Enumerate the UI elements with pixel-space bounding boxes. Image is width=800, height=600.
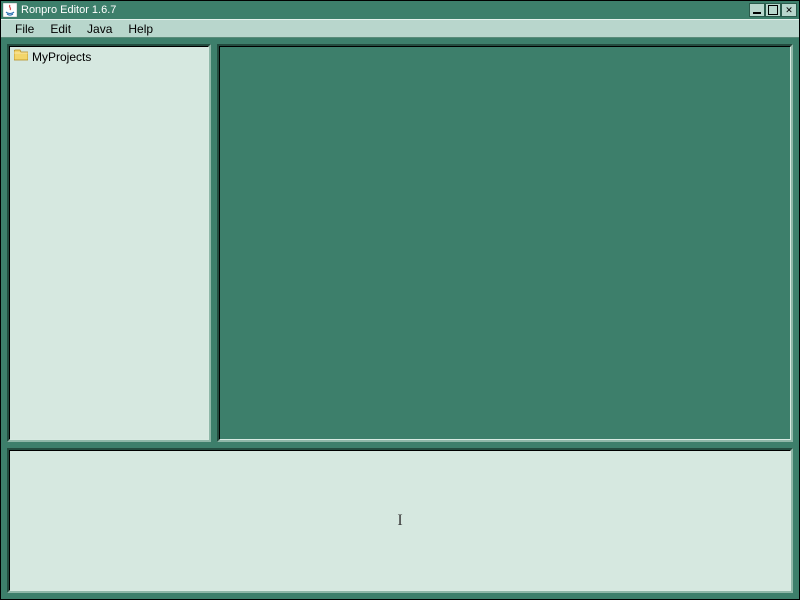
app-window: Ronpro Editor 1.6.7 File Edit Java Help bbox=[0, 0, 800, 600]
folder-icon bbox=[14, 49, 28, 64]
text-cursor-icon: I bbox=[397, 512, 402, 530]
console-area[interactable]: I bbox=[10, 451, 790, 590]
titlebar[interactable]: Ronpro Editor 1.6.7 bbox=[1, 1, 799, 19]
tree-root-label: MyProjects bbox=[32, 50, 91, 64]
menu-java[interactable]: Java bbox=[79, 20, 120, 38]
maximize-button[interactable] bbox=[765, 3, 781, 17]
menu-file[interactable]: File bbox=[7, 20, 42, 38]
window-title: Ronpro Editor 1.6.7 bbox=[21, 4, 749, 16]
window-controls bbox=[749, 3, 797, 17]
java-app-icon bbox=[3, 3, 17, 17]
top-row: MyProjects bbox=[7, 44, 793, 442]
close-button[interactable] bbox=[781, 3, 797, 17]
minimize-button[interactable] bbox=[749, 3, 765, 17]
client-area: MyProjects I bbox=[1, 38, 799, 599]
menubar: File Edit Java Help bbox=[1, 19, 799, 38]
menu-edit[interactable]: Edit bbox=[42, 20, 79, 38]
editor-panel bbox=[217, 44, 793, 442]
editor-area[interactable] bbox=[220, 47, 790, 439]
menu-help[interactable]: Help bbox=[120, 20, 161, 38]
console-panel: I bbox=[7, 448, 793, 593]
project-tree-panel: MyProjects bbox=[7, 44, 211, 442]
tree-root-item[interactable]: MyProjects bbox=[10, 47, 208, 66]
project-tree[interactable]: MyProjects bbox=[10, 47, 208, 439]
